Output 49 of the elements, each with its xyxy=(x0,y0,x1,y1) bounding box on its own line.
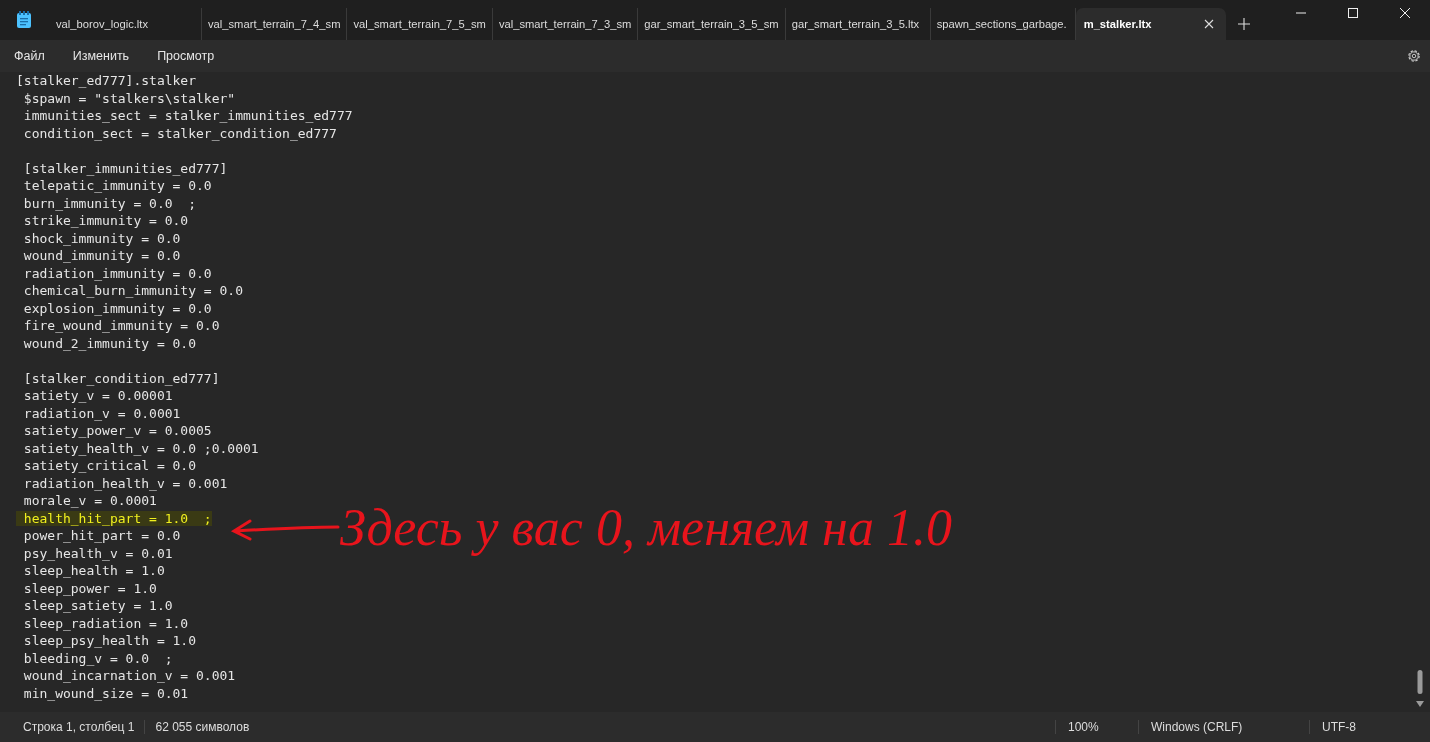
code-line: chemical_burn_immunity = 0.0 xyxy=(22,283,243,298)
maximize-icon[interactable] xyxy=(1348,8,1358,18)
code-line: fire_wound_immunity = 0.0 xyxy=(22,318,220,333)
close-tab-icon[interactable] xyxy=(1203,19,1214,29)
code-line: morale_v = 0.0001 xyxy=(22,493,157,508)
code-line: immunities_sect = stalker_immunities_ed777 xyxy=(22,108,353,123)
code-line: sleep_radiation = 1.0 xyxy=(22,615,189,631)
code-line: sleep_power = 1.0 xyxy=(22,580,157,596)
line-ending: Windows (CRLF) xyxy=(1138,720,1309,734)
code-line: wound_2_immunity = 0.0 xyxy=(22,335,196,351)
code-line: shock_immunity = 0.0 xyxy=(22,230,181,246)
code-line: strike_immunity = 0.0 xyxy=(22,213,189,228)
code-line: satiety_power_v = 0.0005 xyxy=(22,423,212,438)
encoding: UTF-8 xyxy=(1309,720,1412,734)
code-line: $spawn = "stalkers\stalker" xyxy=(22,90,236,106)
close-icon[interactable] xyxy=(1400,8,1410,18)
menu-item[interactable]: Изменить xyxy=(62,45,140,67)
code-line: sleep_satiety = 1.0 xyxy=(22,598,173,613)
code-line: sleep_psy_health = 1.0 xyxy=(22,633,196,648)
code-line: wound_immunity = 0.0 xyxy=(22,248,181,263)
zoom-level: 100% xyxy=(1055,720,1138,734)
settings-icon[interactable] xyxy=(1406,48,1422,64)
code-line: satiety_v = 0.00001 xyxy=(22,388,173,403)
menu-item[interactable]: Просмотр xyxy=(147,45,225,67)
code-line: satiety_critical = 0.0 xyxy=(22,458,196,473)
code-line: telepatic_immunity = 0.0 xyxy=(22,178,212,193)
character-count: 62 055 символов xyxy=(144,720,260,734)
code-line: [stalker_condition_ed777] xyxy=(22,370,220,386)
code-line: condition_sect = stalker_condition_ed777 xyxy=(22,125,337,141)
code-line: power_hit_part = 0.0 xyxy=(22,528,181,543)
menu-item[interactable]: Файл xyxy=(4,45,55,67)
handwritten-note: Здесь у вас 0, меняем на 1.0 xyxy=(340,498,952,558)
code-line: psy_health_v = 0.01 xyxy=(22,545,173,561)
code-line: radiation_immunity = 0.0 xyxy=(22,265,212,281)
code-line: burn_immunity = 0.0 ; xyxy=(22,195,196,211)
code-line: radiation_health_v = 0.001 xyxy=(22,475,228,491)
code-line: explosion_immunity = 0.0 xyxy=(22,300,212,316)
code-line: radiation_v = 0.0001 xyxy=(22,405,181,421)
new-tab-icon[interactable] xyxy=(1237,18,1250,30)
code-line: min_wound_size = 0.01 xyxy=(22,685,189,701)
file-tab[interactable]: m_stalker.ltx xyxy=(1075,8,1226,40)
code-line: bleeding_v = 0.0 ; xyxy=(22,650,173,666)
code-line: sleep_health = 1.0 xyxy=(22,563,165,578)
notepad-icon xyxy=(16,11,32,29)
code-line: satiety_health_v = 0.0 ;0.0001 xyxy=(22,440,259,456)
code-line: wound_incarnation_v = 0.001 xyxy=(22,668,236,683)
code-line: [stalker_immunities_ed777] xyxy=(22,160,228,176)
cursor-position: Строка 1, столбец 1 xyxy=(22,720,136,734)
code-line: [stalker_ed777].stalker xyxy=(16,73,196,88)
